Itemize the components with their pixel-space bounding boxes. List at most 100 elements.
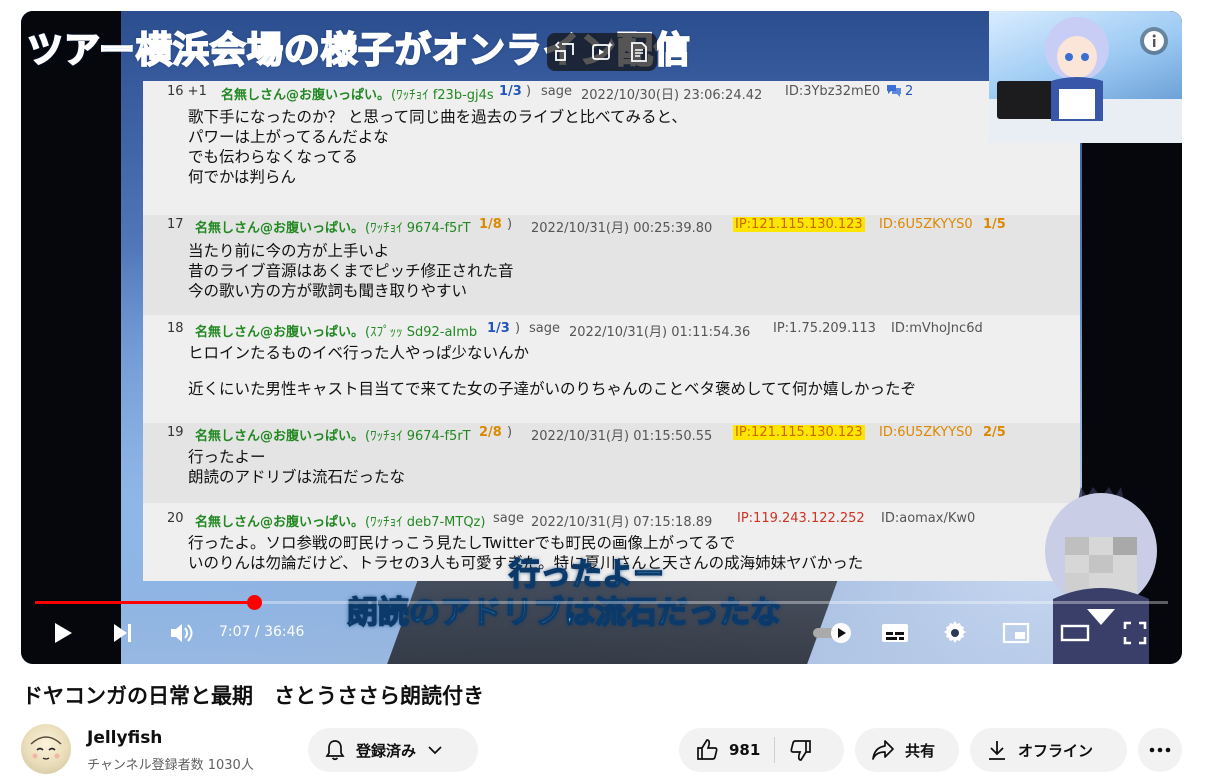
video-player[interactable]: ツアー横浜会場の様子がオンライン配信 16 +1 名無しさん@お腹いっぱい。 (… (21, 11, 1182, 664)
theater-mode-button[interactable] (1059, 617, 1091, 649)
poster-name: 名無しさん@お腹いっぱい。 (195, 221, 365, 236)
thread-screenshot: 16 +1 名無しさん@お腹いっぱい。 (ﾜｯﾁｮｲ f23b-gj4s 1/3… (143, 81, 1080, 581)
notes-button[interactable] (627, 40, 651, 64)
reply-count: 2 (905, 84, 914, 99)
post-count: 1/3 (487, 321, 510, 336)
post-close: ) (526, 84, 532, 99)
theater-icon (1060, 624, 1090, 642)
autoplay-icon (813, 623, 851, 643)
poster-name: 名無しさん@お腹いっぱい。 (195, 325, 365, 340)
post-header: 20 名無しさん@お腹いっぱい。 (ﾜｯﾁｮｲ deb7-MTQz) sage … (143, 511, 1080, 530)
id-count: 2/5 (983, 425, 1006, 440)
gear-icon (944, 621, 966, 643)
post-16: 16 +1 名無しさん@お腹いっぱい。 (ﾜｯﾁｮｲ f23b-gj4s 1/3… (143, 81, 1080, 211)
document-icon (630, 42, 647, 62)
progress-played (35, 601, 254, 604)
progress-bar[interactable] (35, 595, 1168, 610)
reply-bubble-icon (886, 84, 902, 101)
post-body: 歌下手になったのか？ と思って同じ曲を過去のライブと比べてみると、 パワーは上が… (188, 107, 687, 187)
post-line: 今の歌い方の方が歌詞も聞き取りやすい (188, 282, 468, 300)
inset-character-video (989, 11, 1182, 143)
post-line: ヒロインたるものイベ行った人やっぱ少ないんか (188, 344, 530, 362)
dislike-button[interactable] (775, 728, 829, 772)
miniplayer-icon (1002, 622, 1030, 644)
post-header: 19 名無しさん@お腹いっぱい。 (ﾜｯﾁｮｲ 9674-f5rT 2/8 ) … (143, 425, 1080, 444)
post-mail: sage (541, 84, 572, 99)
time-total: 36:46 (264, 624, 305, 640)
post-ip-highlighted: IP:121.115.130.123 (733, 217, 865, 232)
post-id: ID:3Ybz32mE0 (785, 84, 881, 99)
miniplayer-button[interactable] (1000, 617, 1032, 649)
poster-trip: (ｽﾌﾟｯｯ Sd92-aImb (365, 325, 478, 340)
post-close: ) (515, 321, 521, 336)
bell-icon (324, 739, 346, 761)
progress-scrubber[interactable] (246, 595, 262, 610)
post-line: 近くにいた男性キャスト目当てで来てた女の子達がいのりちゃんのことベタ褒めしてて何… (188, 380, 917, 398)
post-number: 17 (167, 217, 184, 232)
post-mail: sage (529, 321, 560, 336)
id-count: 1/5 (983, 217, 1006, 232)
post-body: 当たり前に今の方が上手いよ 昔のライブ音源はあくまでピッチ修正された音 今の歌い… (188, 241, 514, 301)
post-body: 行ったよー 朗読のアドリブは流石だったな (188, 447, 405, 487)
video-title: ドヤコンガの日常と最期 さとうささら朗読付き (22, 684, 484, 708)
post-number: 16 +1 (167, 84, 207, 99)
clip-button[interactable] (590, 40, 614, 64)
post-number: 19 (167, 425, 184, 440)
post-ip-highlighted: IP:121.115.130.123 (733, 425, 865, 440)
time-display: 7:07 / 36:46 (219, 624, 304, 640)
convert-button[interactable] (553, 40, 577, 64)
time-current: 7:07 (219, 624, 251, 640)
subscriber-count: チャンネル登録者数 1030人 (87, 758, 254, 773)
post-close: ) (507, 425, 513, 440)
poster-name: 名無しさん@お腹いっぱい。 (221, 88, 391, 103)
poster-trip: (ﾜｯﾁｮｲ 9674-f5rT (365, 221, 471, 236)
settings-button[interactable] (939, 617, 971, 649)
like-button[interactable]: 981 (679, 728, 774, 772)
volume-button[interactable] (166, 617, 198, 649)
fullscreen-icon (1123, 621, 1147, 645)
pillarbox-left (21, 11, 121, 664)
convert-icon (555, 41, 575, 61)
post-line: 何でかは判らん (188, 168, 296, 186)
thumbs-down-icon (789, 738, 813, 762)
poster-trip: (ﾜｯﾁｮｲ f23b-gj4s (391, 88, 494, 103)
poster-name: 名無しさん@お腹いっぱい。 (195, 515, 365, 530)
like-count: 981 (729, 741, 761, 759)
next-button[interactable] (107, 617, 139, 649)
more-actions-button[interactable] (1138, 728, 1182, 772)
post-header: 16 +1 名無しさん@お腹いっぱい。 (ﾜｯﾁｮｲ f23b-gj4s 1/3… (143, 84, 1080, 103)
play-button[interactable] (47, 617, 79, 649)
like-dislike-group: 981 (679, 728, 844, 772)
post-body: ヒロインたるものイベ行った人やっぱ少ないんか 近くにいた男性キャスト目当てで来て… (188, 343, 916, 399)
post-date: 2022/10/30(日) 23:06:24.42 (581, 88, 763, 103)
share-button[interactable]: 共有 (855, 728, 959, 772)
channel-name[interactable]: Jellyfish (87, 728, 162, 748)
info-button[interactable] (1140, 27, 1168, 55)
subtitles-button[interactable] (879, 617, 911, 649)
post-id: ID:aomax/Kw0 (881, 511, 976, 526)
post-count: 1/8 (479, 217, 502, 232)
volume-icon (171, 624, 193, 642)
subscribed-button[interactable]: 登録済み (308, 728, 478, 772)
post-line-blank (188, 363, 916, 379)
channel-avatar[interactable] (21, 724, 71, 774)
poster-trip: (ﾜｯﾁｮｲ 9674-f5rT (365, 429, 471, 444)
fullscreen-button[interactable] (1119, 617, 1151, 649)
post-18: 18 名無しさん@お腹いっぱい。 (ｽﾌﾟｯｯ Sd92-aImb 1/3 ) … (143, 319, 1080, 419)
poster-name: 名無しさん@お腹いっぱい。 (195, 429, 365, 444)
post-line: 昔のライブ音源はあくまでピッチ修正された音 (188, 262, 514, 280)
more-horizontal-icon (1149, 747, 1171, 753)
sparkle-video-icon (592, 42, 613, 60)
autoplay-toggle[interactable] (811, 617, 855, 649)
play-icon (55, 623, 72, 643)
share-label: 共有 (905, 741, 936, 760)
post-id: ID:6U5ZKYYS0 (879, 425, 973, 440)
post-number: 18 (167, 321, 184, 336)
post-17: 17 名無しさん@お腹いっぱい。 (ﾜｯﾁｮｲ 9674-f5rT 1/8 ) … (143, 215, 1080, 315)
post-count: 2/8 (479, 425, 502, 440)
post-ip: IP:1.75.209.113 (773, 321, 876, 336)
post-id: ID:mVhoJnc6d (891, 321, 983, 336)
post-header: 18 名無しさん@お腹いっぱい。 (ｽﾌﾟｯｯ Sd92-aImb 1/3 ) … (143, 321, 1080, 340)
download-button[interactable]: オフライン (970, 728, 1127, 772)
post-close: ) (507, 217, 513, 232)
